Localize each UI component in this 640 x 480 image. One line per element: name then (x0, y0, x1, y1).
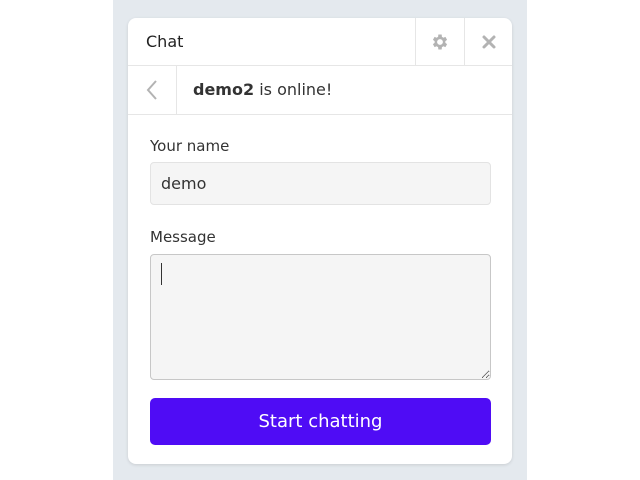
message-label: Message (150, 228, 216, 246)
message-field[interactable] (150, 254, 491, 380)
start-chatting-button[interactable]: Start chatting (150, 398, 491, 445)
back-button[interactable] (128, 66, 177, 114)
name-field[interactable] (150, 162, 491, 205)
settings-button[interactable] (415, 18, 464, 65)
status-bar: demo2 is online! (128, 66, 512, 115)
status-suffix: is online! (254, 80, 333, 99)
status-username: demo2 (193, 80, 255, 99)
close-icon (482, 35, 496, 48)
close-button[interactable] (464, 18, 512, 65)
online-status: demo2 is online! (193, 80, 332, 99)
gear-icon (432, 34, 448, 49)
name-label: Your name (150, 137, 230, 155)
text-caret (161, 263, 162, 285)
chevron-left-icon (146, 80, 157, 100)
chat-header: Chat (128, 18, 512, 66)
chat-title: Chat (146, 32, 184, 51)
chat-widget: Chat demo2 is online! Your name Message … (128, 18, 512, 464)
